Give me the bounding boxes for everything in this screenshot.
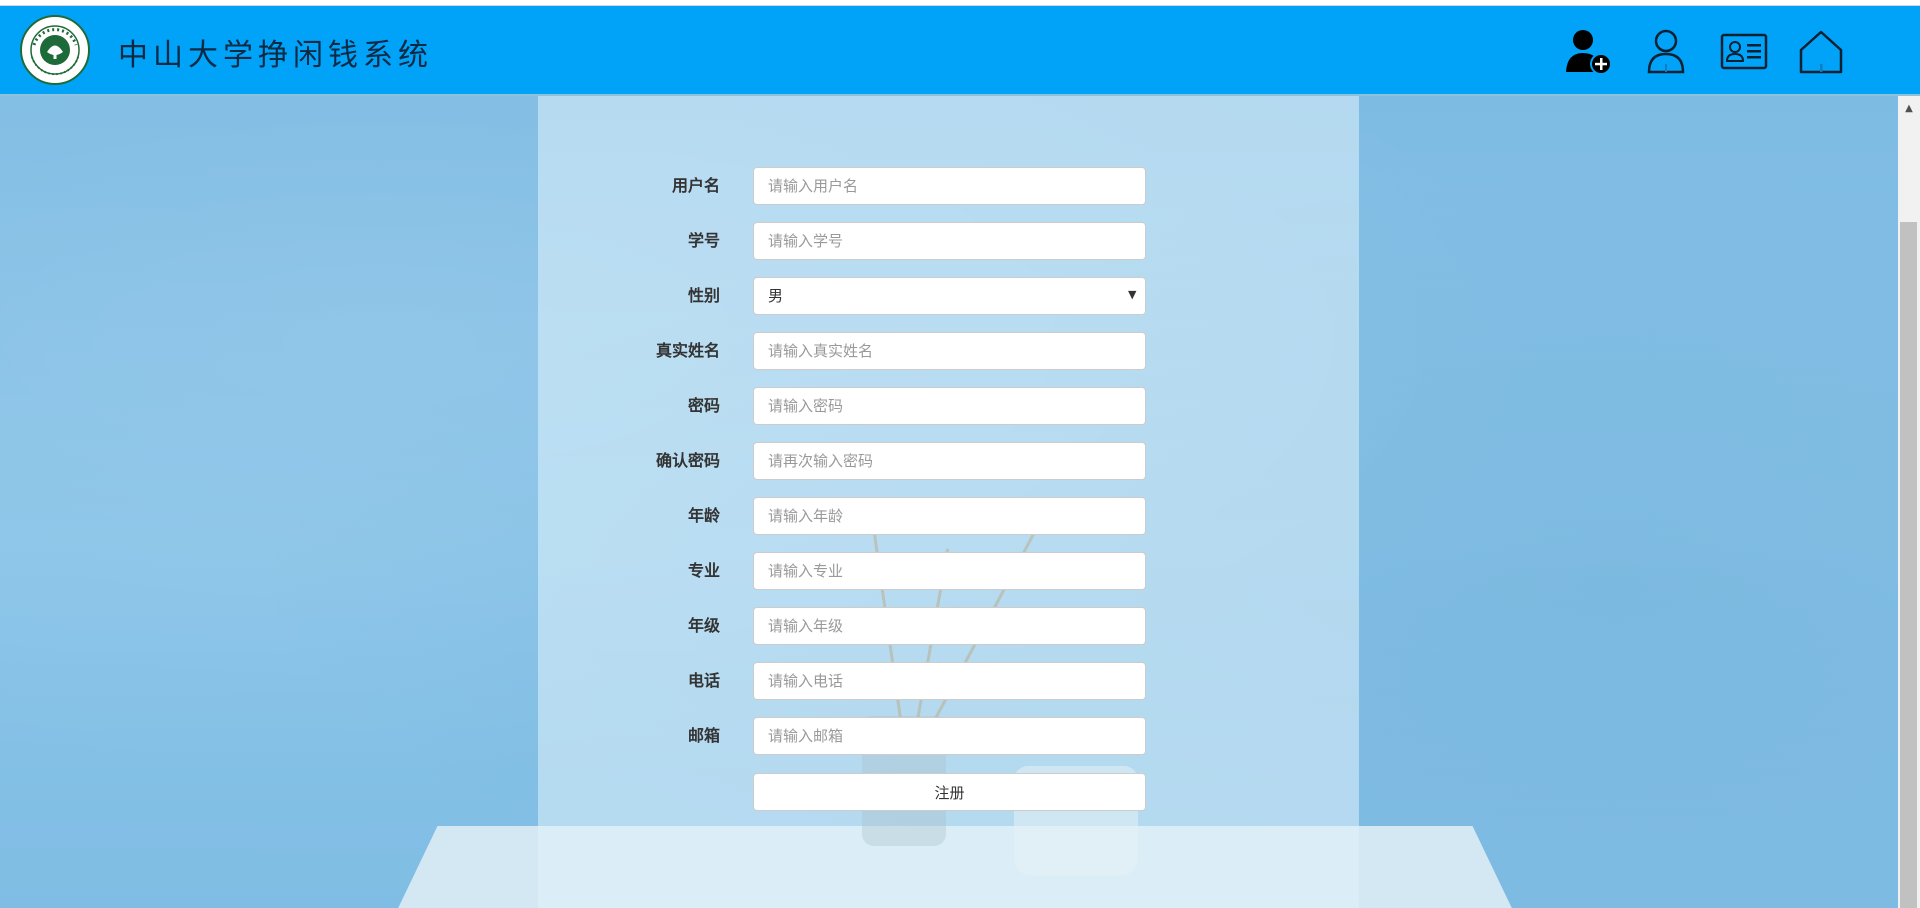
form-row-student-id: 学号 (640, 221, 1146, 261)
gender-selected-value: 男 (768, 287, 784, 305)
grade-input[interactable] (753, 607, 1146, 645)
form-row-confirm-password: 确认密码 (640, 441, 1146, 481)
add-user-icon[interactable] (1563, 26, 1615, 78)
form-row-real-name: 真实姓名 (640, 331, 1146, 371)
email-input[interactable] (753, 717, 1146, 755)
id-card-icon[interactable] (1718, 26, 1770, 78)
major-input[interactable] (753, 552, 1146, 590)
student-id-input[interactable] (753, 222, 1146, 260)
major-label: 专业 (687, 561, 720, 580)
username-label: 用户名 (671, 176, 720, 195)
gender-label: 性别 (687, 286, 720, 305)
university-logo (20, 15, 90, 85)
user-profile-icon[interactable] (1640, 26, 1692, 78)
phone-input[interactable] (753, 662, 1146, 700)
confirm-password-label: 确认密码 (655, 451, 720, 470)
age-label: 年龄 (687, 506, 720, 525)
password-input[interactable] (753, 387, 1146, 425)
form-row-age: 年龄 (640, 496, 1146, 536)
form-row-gender: 性别 男 ▼ (640, 276, 1146, 316)
confirm-password-input[interactable] (753, 442, 1146, 480)
age-input[interactable] (753, 497, 1146, 535)
form-row-grade: 年级 (640, 606, 1146, 646)
form-row-phone: 电话 (640, 661, 1146, 701)
form-row-email: 邮箱 (640, 716, 1146, 756)
grade-label: 年级 (687, 616, 720, 635)
form-row-password: 密码 (640, 386, 1146, 426)
password-label: 密码 (687, 396, 720, 415)
gender-select[interactable]: 男 (753, 277, 1146, 315)
form-row-username: 用户名 (640, 166, 1146, 206)
scroll-up-arrow-icon[interactable]: ▲ (1898, 100, 1920, 118)
app-title: 中山大学挣闲钱系统 (118, 38, 433, 73)
app-header: 中山大学挣闲钱系统 (0, 5, 1920, 96)
register-button[interactable]: 注册 (753, 773, 1146, 811)
email-label: 邮箱 (687, 726, 720, 745)
username-input[interactable] (753, 167, 1146, 205)
real-name-label: 真实姓名 (655, 341, 720, 360)
student-id-label: 学号 (687, 231, 720, 250)
home-icon[interactable] (1795, 26, 1847, 78)
real-name-input[interactable] (753, 332, 1146, 370)
phone-label: 电话 (687, 671, 720, 690)
scrollbar-thumb[interactable] (1900, 222, 1917, 908)
form-row-major: 专业 (640, 551, 1146, 591)
